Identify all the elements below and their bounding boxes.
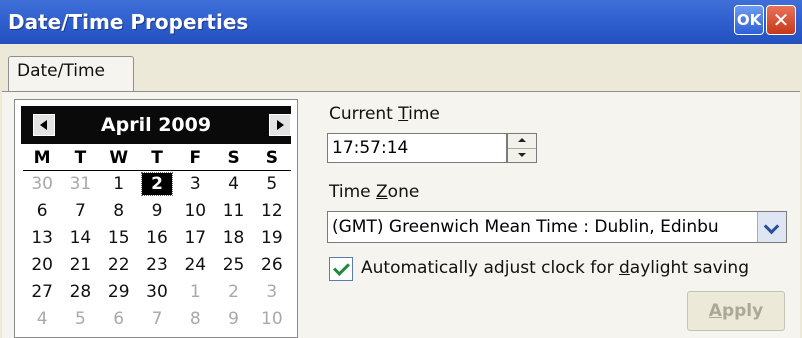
selected-day[interactable]: 2	[138, 171, 176, 198]
calendar-day[interactable]: 30	[23, 171, 61, 198]
calendar-day[interactable]: 10	[176, 198, 214, 225]
calendar-day[interactable]: 10	[253, 306, 291, 333]
calendar-day[interactable]: 31	[61, 171, 99, 198]
calendar-day[interactable]: 3	[176, 171, 214, 198]
calendar-day[interactable]: 24	[176, 252, 214, 279]
spin-up-button[interactable]	[508, 134, 536, 149]
weekday-label: M	[33, 148, 51, 168]
calendar-day[interactable]: 7	[138, 306, 176, 333]
up-arrow-icon	[518, 138, 526, 142]
calendar-day[interactable]: 8	[100, 198, 138, 225]
arrow-left-icon	[40, 120, 47, 130]
calendar-day[interactable]: 8	[176, 306, 214, 333]
calendar-day[interactable]: 9	[138, 198, 176, 225]
selected-day-label: 2	[140, 172, 173, 196]
weekday-label: W	[109, 148, 129, 168]
calendar-day[interactable]: 9	[214, 306, 252, 333]
apply-button[interactable]: Apply	[687, 291, 785, 331]
calendar-day[interactable]: 6	[100, 306, 138, 333]
spin-down-button[interactable]	[508, 148, 536, 162]
calendar-day[interactable]: 4	[214, 171, 252, 198]
month-calendar[interactable]: April 2009 MTWTFSS 30 31 1 2 3 4 5 6 7 8 9 10 11 12 13…	[14, 99, 298, 338]
calendar-day[interactable]: 26	[253, 252, 291, 279]
close-icon: ✕	[772, 8, 790, 32]
title-bar: Date/Time Properties OK ✕	[0, 0, 802, 44]
weekday-label: T	[151, 148, 163, 168]
weekday-label: S	[227, 148, 240, 168]
time-zone-label: Time Zone	[329, 182, 420, 202]
weekday-label: S	[265, 148, 278, 168]
month-label: April 2009	[100, 114, 212, 136]
tab-strip: Date/Time	[0, 44, 802, 92]
window-title: Date/Time Properties	[8, 10, 249, 34]
calendar-day[interactable]: 20	[23, 252, 61, 279]
down-arrow-icon	[518, 153, 526, 157]
daylight-saving-label[interactable]: Automatically adjust clock for daylight …	[361, 258, 749, 278]
weekday-label: F	[189, 148, 202, 168]
calendar-header: April 2009	[21, 106, 291, 144]
tab-date-time[interactable]: Date/Time	[8, 56, 134, 92]
calendar-day[interactable]: 21	[61, 252, 99, 279]
calendar-day[interactable]: 13	[23, 225, 61, 252]
calendar-day[interactable]: 12	[253, 198, 291, 225]
calendar-day[interactable]: 19	[253, 225, 291, 252]
calendar-day[interactable]: 11	[214, 198, 252, 225]
time-zone-value: (GMT) Greenwich Mean Time : Dublin, Edin…	[332, 217, 719, 237]
time-field[interactable]: 17:57:14	[327, 133, 507, 163]
calendar-day[interactable]: 2	[214, 279, 252, 306]
check-mark-icon	[333, 259, 350, 276]
next-month-button[interactable]	[269, 114, 291, 136]
ok-button[interactable]: OK	[734, 5, 764, 35]
calendar-day[interactable]: 30	[138, 279, 176, 306]
close-button[interactable]: ✕	[766, 5, 796, 35]
calendar-day[interactable]: 5	[61, 306, 99, 333]
chevron-down-icon	[763, 218, 780, 235]
calendar-day[interactable]: 4	[23, 306, 61, 333]
calendar-day[interactable]: 15	[100, 225, 138, 252]
calendar-day[interactable]: 7	[61, 198, 99, 225]
current-time-label: Current Time	[329, 104, 440, 124]
calendar-day[interactable]: 28	[61, 279, 99, 306]
calendar-day[interactable]: 18	[214, 225, 252, 252]
daylight-saving-checkbox[interactable]	[329, 257, 353, 281]
calendar-day[interactable]: 5	[253, 171, 291, 198]
calendar-day[interactable]: 3	[253, 279, 291, 306]
weekday-header: MTWTFSS	[23, 146, 291, 171]
time-spinner[interactable]	[507, 133, 537, 163]
calendar-day[interactable]: 1	[176, 279, 214, 306]
calendar-day[interactable]: 25	[214, 252, 252, 279]
time-zone-dropdown-button[interactable]	[757, 212, 786, 242]
calendar-day[interactable]: 1	[100, 171, 138, 198]
calendar-day[interactable]: 23	[138, 252, 176, 279]
previous-month-button[interactable]	[33, 114, 55, 136]
arrow-right-icon	[277, 120, 284, 130]
calendar-day[interactable]: 27	[23, 279, 61, 306]
weekday-label: T	[74, 148, 87, 168]
calendar-day[interactable]: 22	[100, 252, 138, 279]
calendar-day[interactable]: 17	[176, 225, 214, 252]
calendar-day[interactable]: 6	[23, 198, 61, 225]
calendar-day[interactable]: 14	[61, 225, 99, 252]
day-grid: 30 31 1 2 3 4 5 6 7 8 9 10 11 12 13 14 15 16 17 18 19 20 21 22 2…	[23, 171, 291, 333]
time-zone-select[interactable]: (GMT) Greenwich Mean Time : Dublin, Edin…	[327, 211, 787, 243]
calendar-day[interactable]: 16	[138, 225, 176, 252]
calendar-day[interactable]: 29	[100, 279, 138, 306]
